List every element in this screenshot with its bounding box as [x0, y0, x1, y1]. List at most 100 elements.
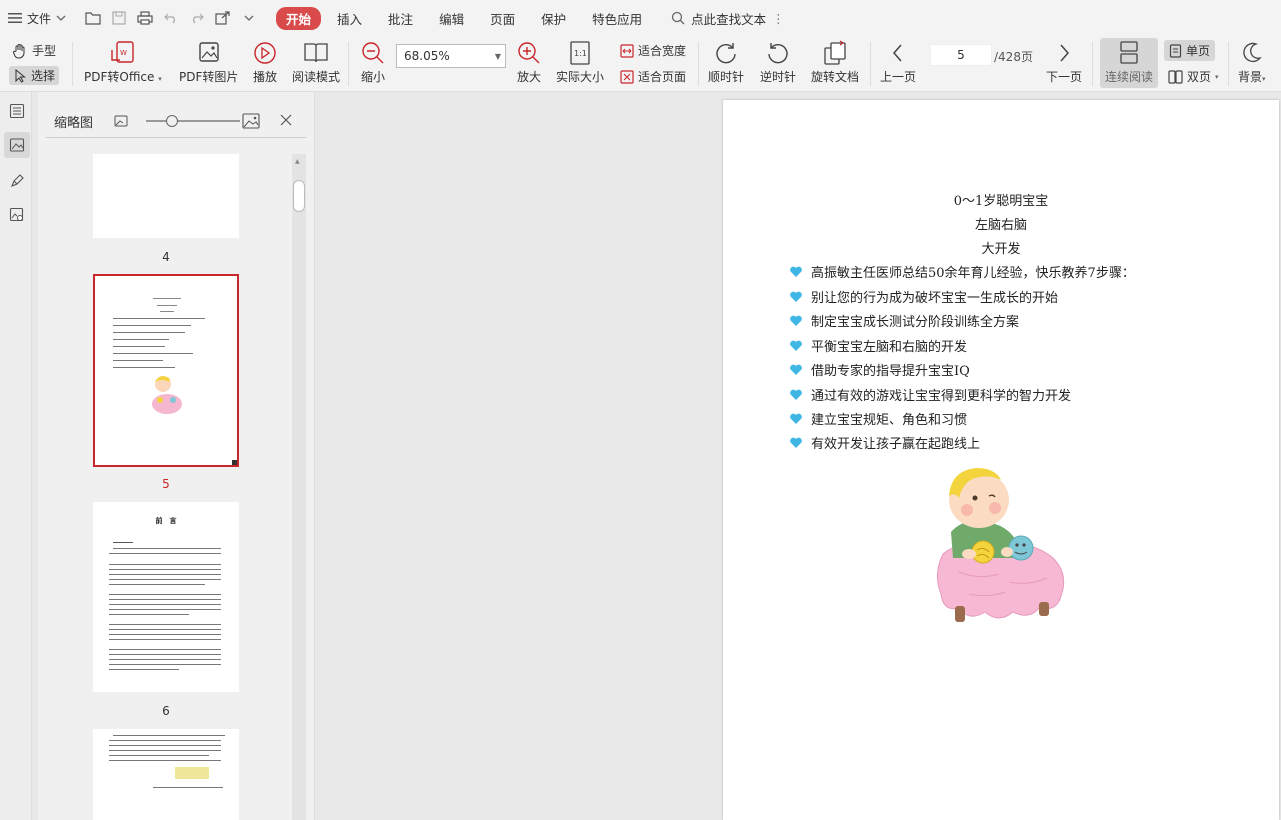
tab-page[interactable]: 页面: [480, 7, 525, 30]
pdf-to-office-button[interactable]: W PDF转Office ▾: [84, 38, 162, 85]
heart-icon: [790, 266, 802, 277]
tab-start[interactable]: 开始: [276, 6, 322, 30]
svg-text:1:1: 1:1: [574, 49, 587, 58]
actual-size-button[interactable]: 1:1 实际大小: [556, 38, 604, 85]
select-tool-label: 选择: [31, 69, 56, 83]
tab-insert[interactable]: 插入: [327, 7, 372, 30]
previous-page-button[interactable]: 上一页: [880, 38, 916, 85]
zoom-level-value: 68.05%: [404, 49, 450, 63]
moon-icon: [1243, 42, 1262, 63]
tab-edit[interactable]: 编辑: [429, 7, 474, 30]
zoom-in-button[interactable]: 放大: [516, 38, 542, 85]
thumbnail-size-slider[interactable]: [146, 115, 240, 127]
rotate-counterclockwise-label: 逆时针: [760, 70, 797, 84]
double-page-button[interactable]: 双页 ▾: [1168, 68, 1219, 85]
save-icon[interactable]: [108, 7, 130, 29]
print-icon[interactable]: [134, 7, 156, 29]
chevron-left-icon: [893, 44, 902, 62]
rotate-counterclockwise-button[interactable]: 逆时针: [760, 38, 796, 85]
bullet-item: 建立宝宝规矩、角色和习惯: [789, 409, 967, 428]
image-icon: [9, 138, 25, 152]
page-title-line: 大开发: [981, 242, 1021, 257]
fit-page-button[interactable]: 适合页面: [620, 68, 686, 85]
continuous-reading-label: 连续阅读: [1104, 70, 1153, 84]
bullet-item: 有效开发让孩子赢在起跑线上: [789, 433, 980, 452]
thumbnail-page-number: 5: [162, 477, 170, 491]
thumbnail-page-4[interactable]: [93, 154, 239, 238]
pdf-to-office-icon: W: [111, 41, 134, 63]
hand-tool-button[interactable]: 手型: [12, 42, 56, 59]
cursor-arrow-icon: [15, 68, 26, 83]
tab-features[interactable]: 特色应用: [582, 7, 652, 30]
thumbnail-panel-button[interactable]: [4, 132, 30, 158]
continuous-reading-button[interactable]: 连续阅读: [1100, 38, 1158, 88]
pdf-to-image-button[interactable]: PDF转图片: [179, 38, 238, 85]
zoom-level-select[interactable]: 68.05% ▼: [396, 44, 506, 68]
zoom-out-button[interactable]: 缩小: [360, 38, 386, 85]
heart-icon: [790, 413, 802, 424]
close-icon[interactable]: [280, 114, 292, 126]
fit-width-label: 适合宽度: [638, 44, 687, 58]
file-menu[interactable]: 文件: [8, 10, 66, 27]
toolbar-divider: [870, 42, 871, 86]
zoom-out-icon: [362, 42, 384, 64]
pdf-to-image-label: PDF转图片: [179, 70, 239, 84]
redo-icon[interactable]: [186, 7, 208, 29]
small-image-icon[interactable]: [114, 114, 128, 128]
toolbar-divider: [698, 42, 699, 86]
next-page-button[interactable]: 下一页: [1046, 38, 1082, 85]
large-image-icon[interactable]: [242, 112, 260, 130]
thumbnail-page-7[interactable]: [93, 729, 239, 820]
chevron-down-icon: ▾: [1215, 72, 1219, 81]
scroll-up-icon[interactable]: ▲: [295, 158, 300, 165]
thumbnail-page-6[interactable]: 前 言: [93, 502, 239, 692]
toolbar-divider: [72, 42, 73, 86]
page-title-line: 0～1岁聪明宝宝: [953, 194, 1049, 209]
scrollbar-thumb[interactable]: [293, 180, 305, 212]
hand-tool-label: 手型: [32, 44, 57, 58]
outline-panel-button[interactable]: [4, 98, 30, 124]
select-tool-button[interactable]: 选择: [9, 66, 60, 85]
quick-access-dropdown-icon[interactable]: [238, 7, 260, 29]
single-page-button[interactable]: 单页: [1164, 40, 1216, 61]
play-button[interactable]: 播放: [251, 38, 279, 85]
actual-size-label: 实际大小: [556, 70, 605, 84]
bullet-item: 高振敏主任医师总结50余年育儿经验，快乐教养7步骤：: [789, 262, 1135, 281]
thumbnail-panel: 缩略图 4 5 前 言 6 ▲: [38, 92, 314, 820]
slider-handle[interactable]: [166, 115, 178, 127]
tab-protect[interactable]: 保护: [531, 7, 576, 30]
fit-page-label: 适合页面: [638, 70, 687, 84]
heart-icon: [790, 389, 802, 400]
baby-illustration: [937, 468, 1065, 622]
hamburger-icon: [8, 13, 22, 23]
open-folder-icon[interactable]: [82, 7, 104, 29]
export-icon[interactable]: [212, 7, 234, 29]
thumbnail-scrollbar[interactable]: ▲: [292, 154, 306, 820]
attachment-panel-button[interactable]: [4, 202, 30, 228]
chevron-right-icon: [1060, 44, 1069, 62]
rotate-document-button[interactable]: 旋转文档: [811, 38, 859, 85]
previous-page-label: 上一页: [880, 70, 917, 84]
read-mode-button[interactable]: 阅读模式: [292, 38, 340, 85]
bullet-item: 通过有效的游戏让宝宝得到更科学的智力开发: [789, 385, 1071, 404]
undo-icon[interactable]: [160, 7, 182, 29]
page-number-input[interactable]: 5: [930, 44, 992, 66]
thumbnail-panel-title: 缩略图: [54, 116, 94, 131]
bullet-item: 别让您的行为成为破坏宝宝一生成长的开始: [789, 287, 1058, 306]
annotation-panel-button[interactable]: [4, 168, 30, 194]
rotate-clockwise-button[interactable]: 顺时针: [708, 38, 744, 85]
more-vertical-icon[interactable]: ⋮: [772, 11, 785, 26]
baby-illustration-thumbnail: [152, 376, 182, 414]
find-text-search[interactable]: 点此查找文本 ⋮: [671, 9, 785, 28]
rotate-document-label: 旋转文档: [811, 70, 860, 84]
bullet-item: 制定宝宝成长测试分阶段训练全方案: [789, 311, 1019, 330]
toolbar-divider: [348, 42, 349, 86]
background-button[interactable]: 背景▾: [1238, 38, 1266, 85]
fit-width-button[interactable]: 适合宽度: [620, 42, 686, 59]
list-icon: [9, 103, 25, 119]
zoom-in-icon: [518, 42, 540, 64]
document-canvas[interactable]: 0～1岁聪明宝宝 左脑右脑 大开发 高振敏主任医师总结50余年育儿经验，快乐教养…: [314, 92, 1281, 820]
play-icon: [254, 42, 276, 64]
tab-annotate[interactable]: 批注: [378, 7, 423, 30]
thumbnail-page-5[interactable]: [93, 274, 239, 467]
